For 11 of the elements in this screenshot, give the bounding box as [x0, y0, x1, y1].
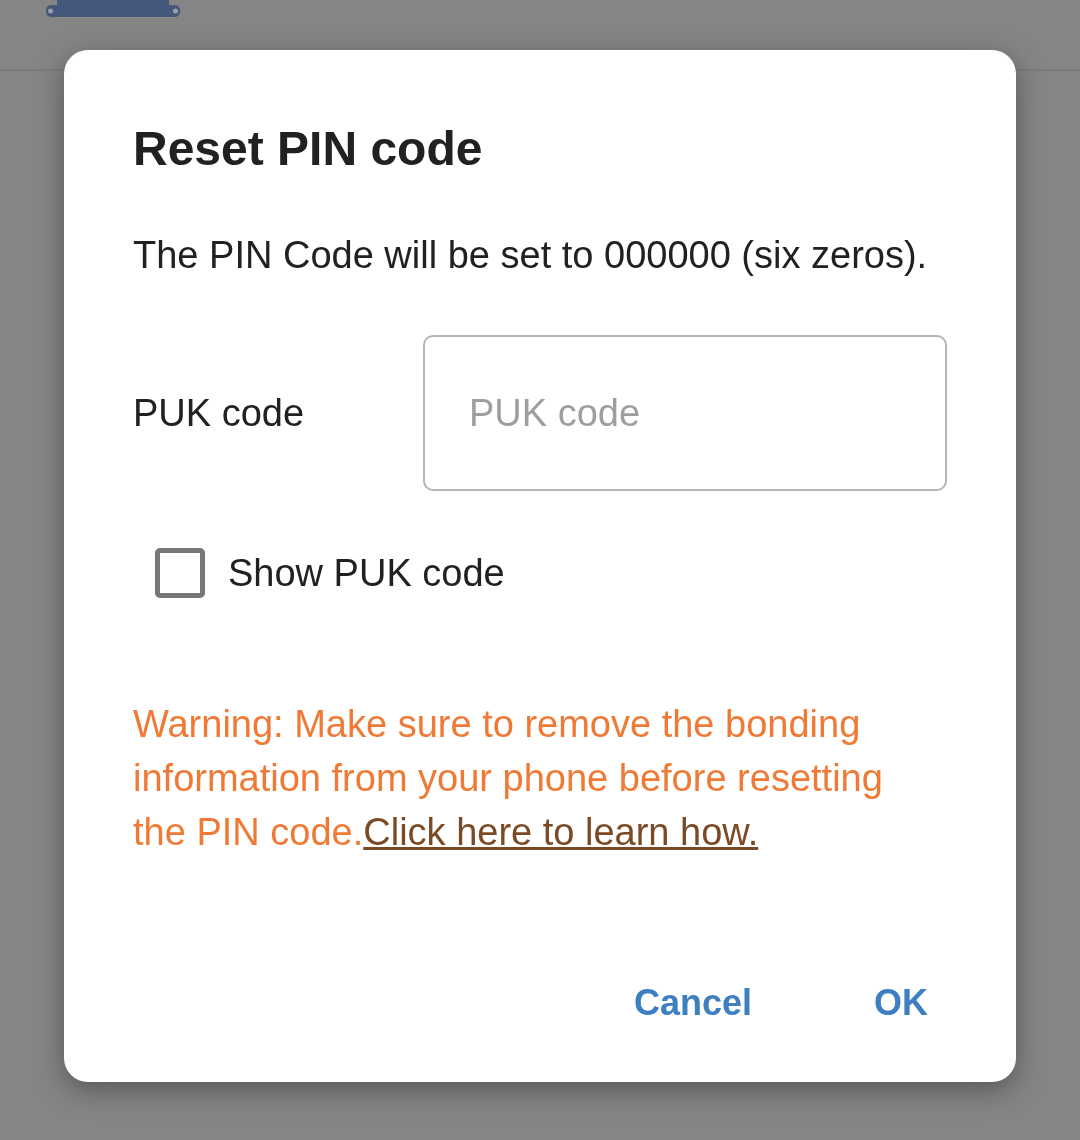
field-label: PUK code [133, 391, 306, 435]
checkbox-label[interactable]: Show PUK code [228, 548, 505, 598]
dialog-title: Reset PIN code [133, 121, 483, 177]
dialog-button[interactable]: OK [854, 971, 948, 1035]
dialog-message: The PIN Code will be set to 000000 (six zeros). [133, 233, 928, 278]
checkbox[interactable] [155, 548, 205, 598]
device-icon [45, 0, 181, 18]
learn-how-link[interactable]: Click here to learn how. [363, 811, 759, 853]
puk-code-input[interactable]: PUK code [423, 335, 947, 491]
dialog-button[interactable]: Cancel [613, 971, 772, 1035]
warning-text: Warning: Make sure to remove the bonding information from your phone before resetting the PIN code.Click here to learn how. [133, 702, 884, 855]
